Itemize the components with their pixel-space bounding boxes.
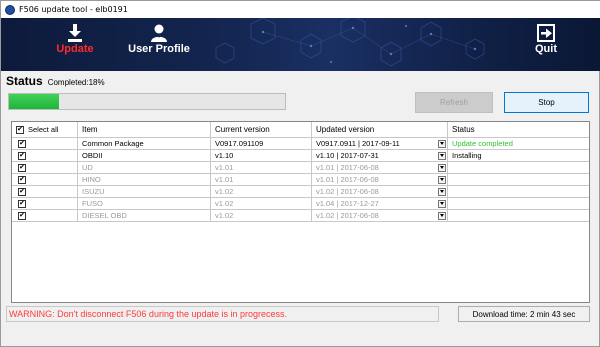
row-status [448, 174, 589, 186]
download-icon [68, 24, 82, 42]
app-icon [5, 4, 15, 15]
row-updated-version: v1.02 | 2017-06-08 [316, 211, 379, 220]
row-updated-version-select[interactable]: v1.02 | 2017-06-08 [312, 210, 448, 222]
row-item: HINO [78, 174, 211, 186]
nav-user-profile-label: User Profile [128, 43, 190, 55]
row-checkbox[interactable]: ✔ [18, 151, 26, 160]
exit-icon [537, 24, 555, 42]
dropdown-arrow-icon[interactable] [438, 175, 446, 184]
status-header: Status Completed:18% [6, 74, 105, 88]
dropdown-arrow-icon[interactable] [438, 151, 446, 160]
row-updated-version-select[interactable]: v1.01 | 2017-06-08 [312, 174, 448, 186]
row-checkbox[interactable]: ✔ [18, 175, 26, 184]
row-updated-version-select[interactable]: V0917.0911 | 2017-09-11 [312, 138, 448, 150]
row-status [448, 186, 589, 198]
row-updated-version-select[interactable]: v1.04 | 2017-12-27 [312, 198, 448, 210]
status-column-header: Status [448, 122, 589, 138]
row-updated-version: V0917.0911 | 2017-09-11 [316, 139, 400, 148]
row-checkbox-cell[interactable]: ✔ [12, 210, 78, 222]
row-updated-version: v1.01 | 2017-06-08 [316, 175, 379, 184]
dropdown-arrow-icon[interactable] [438, 163, 446, 172]
row-updated-version: v1.02 | 2017-06-08 [316, 187, 379, 196]
select-all-label: Select all [28, 125, 59, 134]
progress-fill [9, 94, 59, 109]
row-checkbox[interactable]: ✔ [18, 211, 26, 220]
table-row: ✔ DIESEL OBD v1.02 v1.02 | 2017-06-08 [12, 210, 589, 222]
status-title: Status [6, 74, 43, 88]
update-tool-window: F506 update tool - elb0191 Update User P… [0, 0, 600, 347]
nav-quit-button[interactable]: Quit [529, 18, 563, 71]
row-checkbox-cell[interactable]: ✔ [12, 174, 78, 186]
current-version-column-header: Current version [211, 122, 312, 138]
dropdown-arrow-icon[interactable] [438, 187, 446, 196]
row-checkbox-cell[interactable]: ✔ [12, 162, 78, 174]
row-current-version: v1.10 [211, 150, 312, 162]
row-current-version: v1.02 [211, 210, 312, 222]
row-updated-version: v1.04 | 2017-12-27 [316, 199, 379, 208]
download-time: Download time: 2 min 43 sec [458, 306, 590, 322]
stop-button[interactable]: Stop [504, 92, 589, 113]
nav-user-profile-button[interactable]: User Profile [123, 18, 195, 71]
top-banner: Update User Profile Quit [1, 18, 600, 71]
title-bar: F506 update tool - elb0191 [1, 1, 600, 18]
table-row: ✔ Common Package V0917.091109 V0917.0911 | … [12, 138, 589, 150]
window-title: F506 update tool - elb0191 [19, 5, 128, 14]
row-status [448, 210, 589, 222]
table-row: ✔ UD v1.01 v1.01 | 2017-06-08 [12, 162, 589, 174]
update-progress-bar [8, 93, 286, 110]
row-updated-version: v1.01 | 2017-06-08 [316, 163, 379, 172]
row-checkbox[interactable]: ✔ [18, 163, 26, 172]
row-status: Update completed [448, 138, 589, 150]
row-current-version: v1.02 [211, 186, 312, 198]
nav-update-label: Update [56, 43, 94, 55]
row-item: OBDII [78, 150, 211, 162]
row-updated-version: v1.10 | 2017-07-31 [316, 151, 379, 160]
row-item: Common Package [78, 138, 211, 150]
status-completed-text: Completed:18% [47, 78, 105, 87]
row-updated-version-select[interactable]: v1.10 | 2017-07-31 [312, 150, 448, 162]
updated-version-column-header: Updated version [312, 122, 448, 138]
nav-quit-label: Quit [535, 43, 557, 55]
table-row: ✔ OBDII v1.10 v1.10 | 2017-07-31 Installing [12, 150, 589, 162]
row-updated-version-select[interactable]: v1.02 | 2017-06-08 [312, 186, 448, 198]
row-updated-version-select[interactable]: v1.01 | 2017-06-08 [312, 162, 448, 174]
refresh-button[interactable]: Refresh [415, 92, 493, 113]
row-current-version: v1.01 [211, 162, 312, 174]
warning-message: WARNING: Don't disconnect F506 during th… [6, 306, 439, 322]
row-checkbox[interactable]: ✔ [18, 199, 26, 208]
dropdown-arrow-icon[interactable] [438, 139, 446, 148]
update-items-table: ✔ Select all Item Current version Update… [11, 121, 590, 303]
nav-update-button[interactable]: Update [53, 18, 97, 71]
row-checkbox[interactable]: ✔ [18, 187, 26, 196]
row-item: ISUZU [78, 186, 211, 198]
dropdown-arrow-icon[interactable] [438, 211, 446, 220]
row-item: UD [78, 162, 211, 174]
row-current-version: V0917.091109 [211, 138, 312, 150]
row-status [448, 162, 589, 174]
table-row: ✔ FUSO v1.02 v1.04 | 2017-12-27 [12, 198, 589, 210]
row-status: Installing [448, 150, 589, 162]
row-checkbox-cell[interactable]: ✔ [12, 150, 78, 162]
row-item: FUSO [78, 198, 211, 210]
row-status [448, 198, 589, 210]
table-row: ✔ HINO v1.01 v1.01 | 2017-06-08 [12, 174, 589, 186]
table-header-row: ✔ Select all Item Current version Update… [12, 122, 589, 138]
row-checkbox-cell[interactable]: ✔ [12, 198, 78, 210]
select-all-checkbox[interactable]: ✔ [16, 125, 24, 134]
row-current-version: v1.01 [211, 174, 312, 186]
item-column-header: Item [78, 122, 211, 138]
row-checkbox-cell[interactable]: ✔ [12, 138, 78, 150]
row-current-version: v1.02 [211, 198, 312, 210]
row-item: DIESEL OBD [78, 210, 211, 222]
dropdown-arrow-icon[interactable] [438, 199, 446, 208]
row-checkbox-cell[interactable]: ✔ [12, 186, 78, 198]
table-row: ✔ ISUZU v1.02 v1.02 | 2017-06-08 [12, 186, 589, 198]
user-icon [151, 24, 167, 42]
row-checkbox[interactable]: ✔ [18, 139, 26, 148]
select-all-header[interactable]: ✔ Select all [12, 122, 78, 138]
